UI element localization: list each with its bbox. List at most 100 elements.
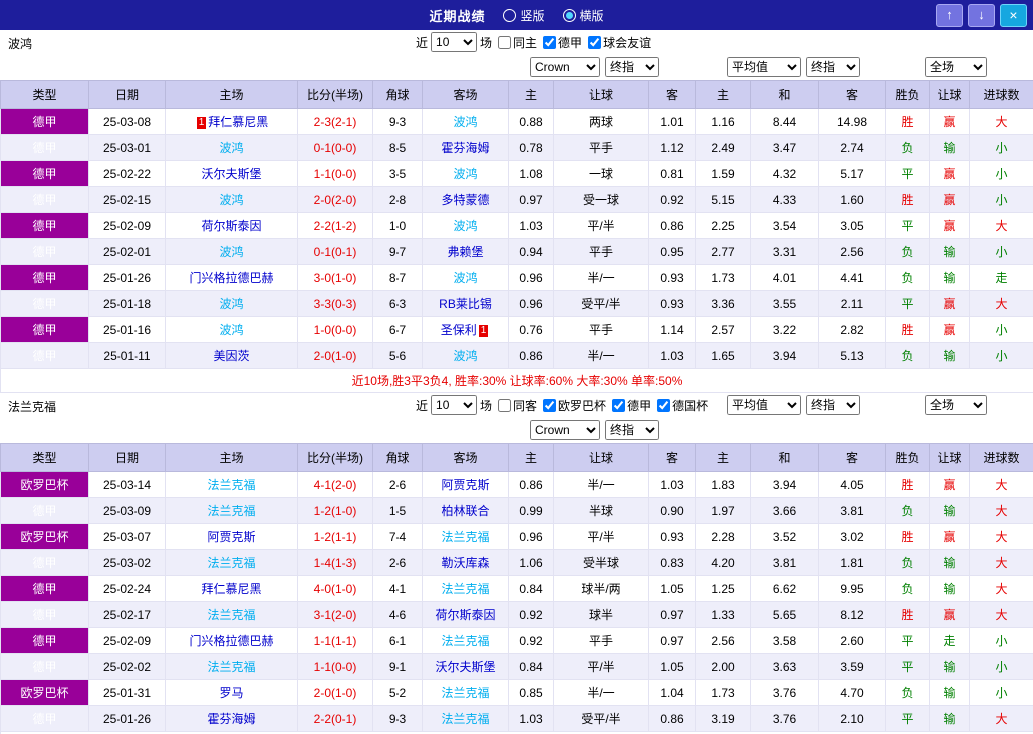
filter-同主[interactable]: 同主 bbox=[498, 34, 537, 51]
team-link[interactable]: 法兰克福 bbox=[441, 634, 489, 648]
eu-away-odds: 3.81 bbox=[819, 498, 886, 524]
team-link[interactable]: 霍芬海姆 bbox=[207, 712, 255, 726]
games-count-select[interactable]: 10 bbox=[431, 395, 477, 415]
handicap-result-cell: 输 bbox=[930, 576, 970, 602]
team-link[interactable]: RB莱比锡 bbox=[439, 297, 492, 311]
team-link[interactable]: 沃尔夫斯堡 bbox=[201, 167, 261, 181]
eu-draw-odds: 3.54 bbox=[751, 213, 819, 239]
section-header: 法兰克福 近 10 场 同客欧罗巴杯德甲德国杯 平均值 终指 全场 bbox=[0, 393, 1033, 417]
team-link[interactable]: 法兰克福 bbox=[441, 686, 489, 700]
final-odds-select[interactable]: 终指 bbox=[605, 420, 659, 440]
away-team-cell: 柏林联合 bbox=[423, 498, 509, 524]
team-link[interactable]: 波鸿 bbox=[453, 167, 477, 181]
team-link[interactable]: 波鸿 bbox=[453, 115, 477, 129]
checkbox-球会友谊[interactable] bbox=[588, 36, 601, 49]
close-button[interactable]: × bbox=[1000, 4, 1027, 27]
team-link[interactable]: 拜仁慕尼黑 bbox=[208, 115, 268, 129]
corner-cell: 9-7 bbox=[373, 239, 423, 265]
league-cell: 德甲 bbox=[1, 576, 89, 602]
checkbox-德甲[interactable] bbox=[543, 36, 556, 49]
team-link[interactable]: 法兰克福 bbox=[441, 530, 489, 544]
checkbox-同客[interactable] bbox=[498, 399, 511, 412]
checkbox-德甲[interactable] bbox=[612, 399, 625, 412]
checkbox-同主[interactable] bbox=[498, 36, 511, 49]
team-link[interactable]: 圣保利 bbox=[441, 323, 477, 337]
team-link[interactable]: 多特蒙德 bbox=[441, 193, 489, 207]
average-odds-select[interactable]: 平均值 bbox=[727, 57, 801, 77]
ah-away-odds: 1.12 bbox=[649, 135, 696, 161]
team-link[interactable]: 拜仁慕尼黑 bbox=[201, 582, 261, 596]
team-link[interactable]: 法兰克福 bbox=[441, 712, 489, 726]
team-link[interactable]: 阿贾克斯 bbox=[441, 478, 489, 492]
team-link[interactable]: 法兰克福 bbox=[207, 660, 255, 674]
checkbox-欧罗巴杯[interactable] bbox=[543, 399, 556, 412]
match-scope-select[interactable]: 全场 bbox=[925, 395, 987, 415]
team-link[interactable]: 法兰克福 bbox=[207, 608, 255, 622]
col-handicap-result: 让球 bbox=[930, 444, 970, 472]
final-odds-select[interactable]: 终指 bbox=[605, 57, 659, 77]
team-link[interactable]: 波鸿 bbox=[219, 141, 243, 155]
filter-德甲[interactable]: 德甲 bbox=[543, 34, 582, 51]
move-down-button[interactable]: ↓ bbox=[968, 4, 995, 27]
checkbox-德国杯[interactable] bbox=[657, 399, 670, 412]
team-link[interactable]: 法兰克福 bbox=[207, 504, 255, 518]
games-count-select[interactable]: 10 bbox=[431, 32, 477, 52]
team-link[interactable]: 法兰克福 bbox=[207, 556, 255, 570]
ah-away-odds: 0.90 bbox=[649, 498, 696, 524]
odds-company-select[interactable]: Crown bbox=[530, 57, 600, 77]
team-link[interactable]: 波鸿 bbox=[453, 219, 477, 233]
results-table: 类型 日期 主场 比分(半场) 角球 客场 主 让球 客 主 和 客 胜负 让球… bbox=[0, 80, 1033, 393]
team-link[interactable]: 柏林联合 bbox=[441, 504, 489, 518]
league-cell: 德甲 bbox=[1, 706, 89, 732]
goals-result-cell: 小 bbox=[970, 680, 1033, 706]
average-odds-select[interactable]: 平均值 bbox=[727, 395, 801, 415]
filter-欧罗巴杯[interactable]: 欧罗巴杯 bbox=[543, 397, 606, 414]
team-link[interactable]: 沃尔夫斯堡 bbox=[435, 660, 495, 674]
corner-cell: 4-1 bbox=[373, 576, 423, 602]
team-link[interactable]: 波鸿 bbox=[219, 245, 243, 259]
team-link[interactable]: 波鸿 bbox=[219, 323, 243, 337]
team-link[interactable]: 美因茨 bbox=[213, 349, 249, 363]
filter-德国杯[interactable]: 德国杯 bbox=[657, 397, 708, 414]
team-link[interactable]: 荷尔斯泰因 bbox=[435, 608, 495, 622]
team-link[interactable]: 霍芬海姆 bbox=[441, 141, 489, 155]
team-link[interactable]: 法兰克福 bbox=[441, 582, 489, 596]
team-link[interactable]: 波鸿 bbox=[453, 349, 477, 363]
team-link[interactable]: 门兴格拉德巴赫 bbox=[189, 271, 273, 285]
odds-company-select[interactable]: Crown bbox=[530, 420, 600, 440]
team-link[interactable]: 波鸿 bbox=[219, 193, 243, 207]
filter-德甲[interactable]: 德甲 bbox=[612, 397, 651, 414]
team-link[interactable]: 罗马 bbox=[219, 686, 243, 700]
league-cell: 德甲 bbox=[1, 187, 89, 213]
home-team-cell: 霍芬海姆 bbox=[166, 706, 298, 732]
match-scope-select[interactable]: 全场 bbox=[925, 57, 987, 77]
handicap-cell: 平/半 bbox=[554, 213, 649, 239]
score-cell: 2-3(2-1) bbox=[298, 109, 373, 135]
team-link[interactable]: 弗赖堡 bbox=[447, 245, 483, 259]
away-team-cell: 法兰克福 bbox=[423, 628, 509, 654]
score-cell: 0-1(0-1) bbox=[298, 239, 373, 265]
filter-球会友谊[interactable]: 球会友谊 bbox=[588, 34, 651, 51]
team-link[interactable]: 勒沃库森 bbox=[441, 556, 489, 570]
team-link[interactable]: 门兴格拉德巴赫 bbox=[189, 634, 273, 648]
eu-away-odds: 3.59 bbox=[819, 654, 886, 680]
final-odds-select[interactable]: 终指 bbox=[806, 395, 860, 415]
move-up-button[interactable]: ↑ bbox=[936, 4, 963, 27]
final-odds-select[interactable]: 终指 bbox=[806, 57, 860, 77]
layout-radio-horizontal[interactable]: 横版 bbox=[563, 7, 604, 24]
col-eu-away: 客 bbox=[819, 81, 886, 109]
layout-radio-vertical[interactable]: 竖版 bbox=[503, 7, 544, 24]
handicap-result-cell: 输 bbox=[930, 550, 970, 576]
team-link[interactable]: 荷尔斯泰因 bbox=[201, 219, 261, 233]
team-link[interactable]: 波鸿 bbox=[453, 271, 477, 285]
corner-cell: 2-6 bbox=[373, 550, 423, 576]
radio-icon bbox=[503, 9, 516, 22]
date-cell: 25-02-09 bbox=[89, 628, 166, 654]
team-link[interactable]: 法兰克福 bbox=[207, 478, 255, 492]
team-link[interactable]: 波鸿 bbox=[219, 297, 243, 311]
handicap-result-cell: 输 bbox=[930, 706, 970, 732]
filter-同客[interactable]: 同客 bbox=[498, 397, 537, 414]
league-cell: 德甲 bbox=[1, 213, 89, 239]
col-league: 类型 bbox=[1, 81, 89, 109]
team-link[interactable]: 阿贾克斯 bbox=[207, 530, 255, 544]
